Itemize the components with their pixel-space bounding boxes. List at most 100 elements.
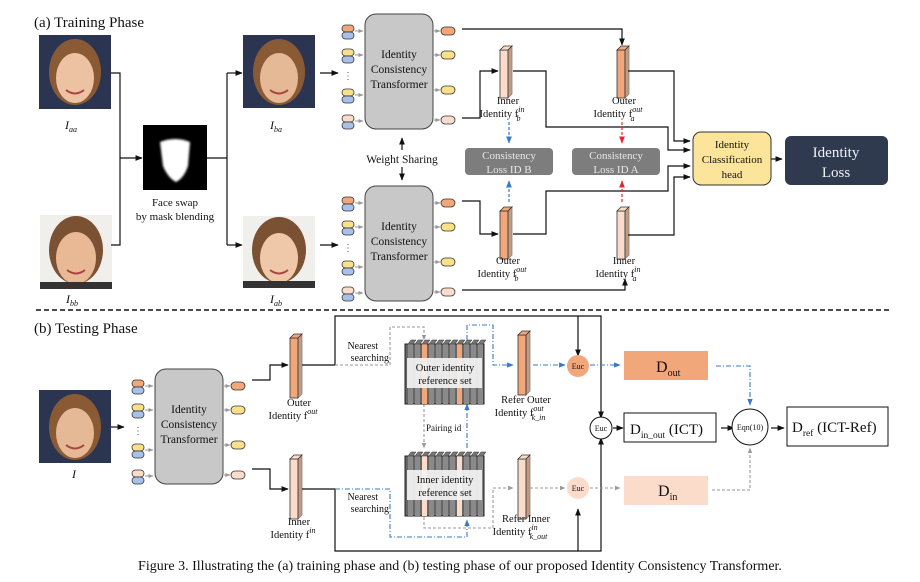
inner-identity-a-bar: InnerIdentity fin a (595, 206, 641, 283)
svg-text:Identity: Identity (715, 139, 750, 151)
position-token (131, 410, 145, 419)
position-token (131, 450, 145, 459)
face-image-test (39, 390, 111, 463)
output-token (440, 257, 456, 267)
svg-text:Loss: Loss (822, 165, 851, 181)
svg-text:Refer Inner: Refer Inner (502, 514, 551, 525)
input-token (131, 443, 145, 452)
label-i-bb: Ibb (65, 292, 78, 308)
outer-identity-test-bar: OuterIdentity fout (268, 333, 318, 422)
output-token (440, 26, 456, 36)
face-image-ba (243, 35, 315, 108)
svg-text:Identity fin: Identity fin (270, 526, 315, 541)
face-image-bb (40, 215, 112, 289)
input-token (341, 48, 355, 57)
label-i-aa: Iaa (64, 118, 77, 134)
position-token (341, 293, 355, 302)
svg-text:Refer Outer: Refer Outer (501, 395, 551, 406)
face-image-aa (39, 35, 111, 109)
position-token (341, 55, 355, 64)
refer-outer-identity-bar: Refer OuterIdentity fout k_in (495, 330, 551, 422)
svg-text:Eqn(10): Eqn(10) (737, 423, 764, 432)
ellipsis-dots: ⋮ (343, 243, 353, 254)
ict-block-bottom: ⋮ Identity Consistency Transformer (341, 185, 456, 302)
ellipsis-dots: ⋮ (343, 71, 353, 82)
pairing-id-label: Pairing id (426, 423, 462, 433)
output-token (230, 405, 246, 415)
svg-text:Loss ID A: Loss ID A (593, 164, 638, 176)
nearest-searching-top-line1: Nearest (347, 341, 378, 352)
training-phase-title: (a) Training Phase (34, 15, 144, 31)
figure-canvas: (a) Training Phase Iaa Ibb Face swap by … (34, 13, 890, 574)
position-token (341, 227, 355, 236)
position-token (341, 121, 355, 130)
inner-identity-b-bar: InnerIdentity fin b (479, 45, 525, 123)
position-token (341, 203, 355, 212)
face-image-ab (243, 216, 315, 288)
input-token (341, 24, 355, 33)
svg-text:Euc: Euc (595, 424, 608, 433)
output-token (230, 440, 246, 450)
figure-caption: Figure 3. Illustrating the (a) training … (138, 559, 782, 574)
identity-classification-head: Identity Classification head (692, 131, 772, 186)
eqn10-circle: Eqn(10) (731, 408, 769, 446)
svg-text:Identity fink_out: Identity fin k_out (493, 523, 549, 541)
identity-loss-box: Identity Loss (785, 136, 888, 185)
consistency-loss-b-box: Consistency Loss ID B (465, 148, 553, 176)
svg-text:reference set: reference set (418, 376, 471, 387)
ict-block-test: ⋮ Identity Consistency Transformer (131, 368, 246, 485)
position-token (341, 95, 355, 104)
output-token (440, 115, 456, 125)
output-token (230, 381, 246, 391)
testing-phase-title: (b) Testing Phase (34, 321, 138, 337)
refer-inner-identity-bar: Refer InnerIdentity fin k_out (493, 454, 551, 541)
svg-text:Inner: Inner (497, 96, 520, 107)
label-i-ab: Iab (269, 292, 282, 308)
face-mask-image (143, 125, 207, 190)
outer-identity-a-bar: OuterIdentity fout a (593, 45, 643, 123)
transformer-label: Identity (381, 49, 417, 61)
svg-text:Consistency: Consistency (482, 150, 536, 162)
mask-caption-line2: by mask blending (136, 211, 215, 223)
svg-text:Identity fouta: Identity fout a (593, 105, 643, 123)
input-token (131, 379, 145, 388)
ict-block-top: ⋮ Identity Consistency Transformer (341, 13, 456, 130)
output-token (440, 50, 456, 60)
nearest-searching-bottom-line1: Nearest (347, 492, 378, 503)
euc-circle-in-out: Euc (589, 416, 613, 440)
euc-circle-inner: Euc (567, 477, 589, 499)
input-token (341, 260, 355, 269)
label-i-ba: Iba (269, 118, 282, 134)
output-token (440, 198, 456, 208)
transformer-label: Transformer (160, 434, 217, 446)
d-out-box: Dout (624, 351, 708, 380)
svg-text:Identity foutk_in: Identity fout k_in (495, 404, 546, 422)
weight-sharing-label: Weight Sharing (366, 154, 438, 166)
d-in-box: Din (624, 476, 708, 505)
label-i-test: I (71, 467, 77, 481)
inner-identity-reference-set: Inner identity reference set (404, 451, 487, 517)
svg-text:Identity: Identity (813, 145, 860, 161)
consistency-loss-a-box: Consistency Loss ID A (572, 148, 660, 176)
svg-text:Classification: Classification (702, 154, 763, 166)
euc-circle-outer: Euc (567, 355, 589, 377)
position-token (131, 386, 145, 395)
position-token (131, 476, 145, 485)
svg-text:Inner: Inner (288, 517, 311, 528)
svg-text:head: head (722, 169, 743, 181)
svg-text:Euc: Euc (572, 484, 585, 493)
input-token (341, 114, 355, 123)
transformer-label: Consistency (371, 236, 427, 248)
svg-text:reference set: reference set (418, 488, 471, 499)
input-token (341, 220, 355, 229)
transformer-label: Identity (381, 221, 417, 233)
input-token (131, 469, 145, 478)
svg-text:Inner identity: Inner identity (417, 475, 475, 486)
position-token (341, 31, 355, 40)
mask-caption-line1: Face swap (152, 197, 199, 209)
svg-text:Loss ID B: Loss ID B (486, 164, 531, 176)
nearest-searching-bottom-line2: searching (351, 504, 389, 515)
svg-text:Euc: Euc (572, 362, 585, 371)
d-ref-ict-ref-box: Dref (ICT-Ref) (786, 406, 889, 447)
ellipsis-dots: ⋮ (133, 426, 143, 437)
